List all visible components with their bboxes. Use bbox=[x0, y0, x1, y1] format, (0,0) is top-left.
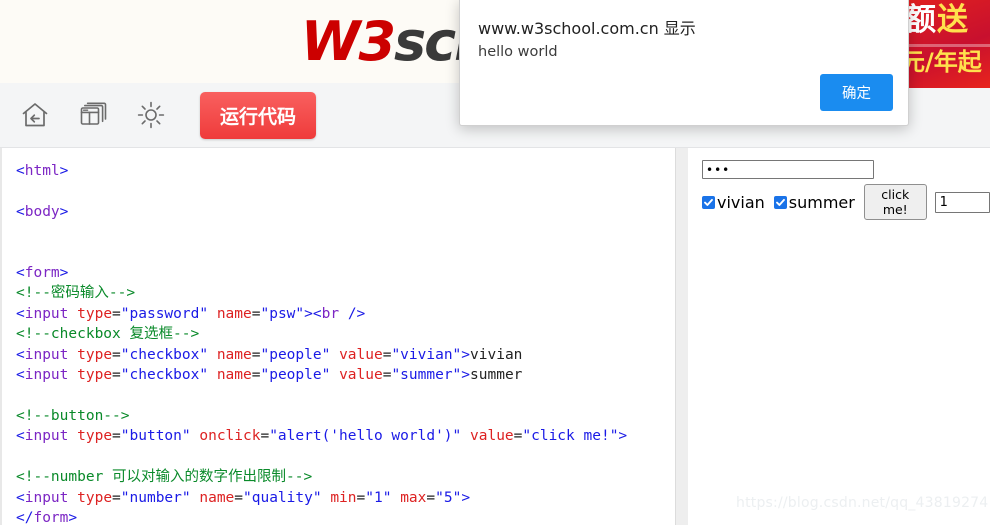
workspace: <html> <body> <form> <!--密码输入--> <input … bbox=[0, 148, 990, 525]
alert-dialog: www.w3school.com.cn 显示 hello world 确定 bbox=[459, 0, 909, 126]
preview-controls-row: vivian summer click me! 1 bbox=[702, 184, 990, 220]
checkbox-vivian[interactable] bbox=[702, 195, 715, 209]
code-editor-pane[interactable]: <html> <body> <form> <!--密码输入--> <input … bbox=[0, 148, 675, 525]
ad-banner[interactable]: 额送 元/年起 bbox=[907, 0, 990, 88]
ad-line1-white: 额 bbox=[907, 2, 937, 38]
click-me-button[interactable]: click me! bbox=[863, 184, 927, 220]
home-back-icon[interactable] bbox=[12, 92, 58, 138]
code-text[interactable]: <html> <body> <form> <!--密码输入--> <input … bbox=[2, 148, 675, 525]
ad-line-2: 元/年起 bbox=[907, 50, 990, 74]
number-input[interactable]: 1 bbox=[934, 191, 990, 213]
checkbox-vivian-label: vivian bbox=[717, 192, 765, 212]
alert-dialog-origin: www.w3school.com.cn 显示 bbox=[478, 19, 696, 38]
ad-line1-yellow: 送 bbox=[937, 2, 969, 38]
result-preview-pane: ••• vivian summer click me! 1 bbox=[688, 148, 990, 525]
password-input[interactable]: ••• bbox=[702, 160, 874, 179]
ad-divider bbox=[907, 44, 990, 47]
pane-resize-handle[interactable] bbox=[675, 148, 689, 525]
sun-theme-icon[interactable] bbox=[128, 92, 174, 138]
checkbox-summer-label: summer bbox=[788, 192, 855, 212]
ad-line-1: 额送 bbox=[907, 5, 990, 36]
logo-w3-text: W3 bbox=[300, 9, 396, 73]
run-code-button[interactable]: 运行代码 bbox=[200, 91, 317, 139]
alert-dialog-ok-button[interactable]: 确定 bbox=[820, 74, 893, 111]
alert-dialog-message: hello world bbox=[478, 44, 558, 60]
ad-line2-text: 元/年起 bbox=[907, 48, 982, 76]
layout-panels-icon[interactable] bbox=[70, 92, 116, 138]
checkbox-summer[interactable] bbox=[773, 195, 787, 209]
